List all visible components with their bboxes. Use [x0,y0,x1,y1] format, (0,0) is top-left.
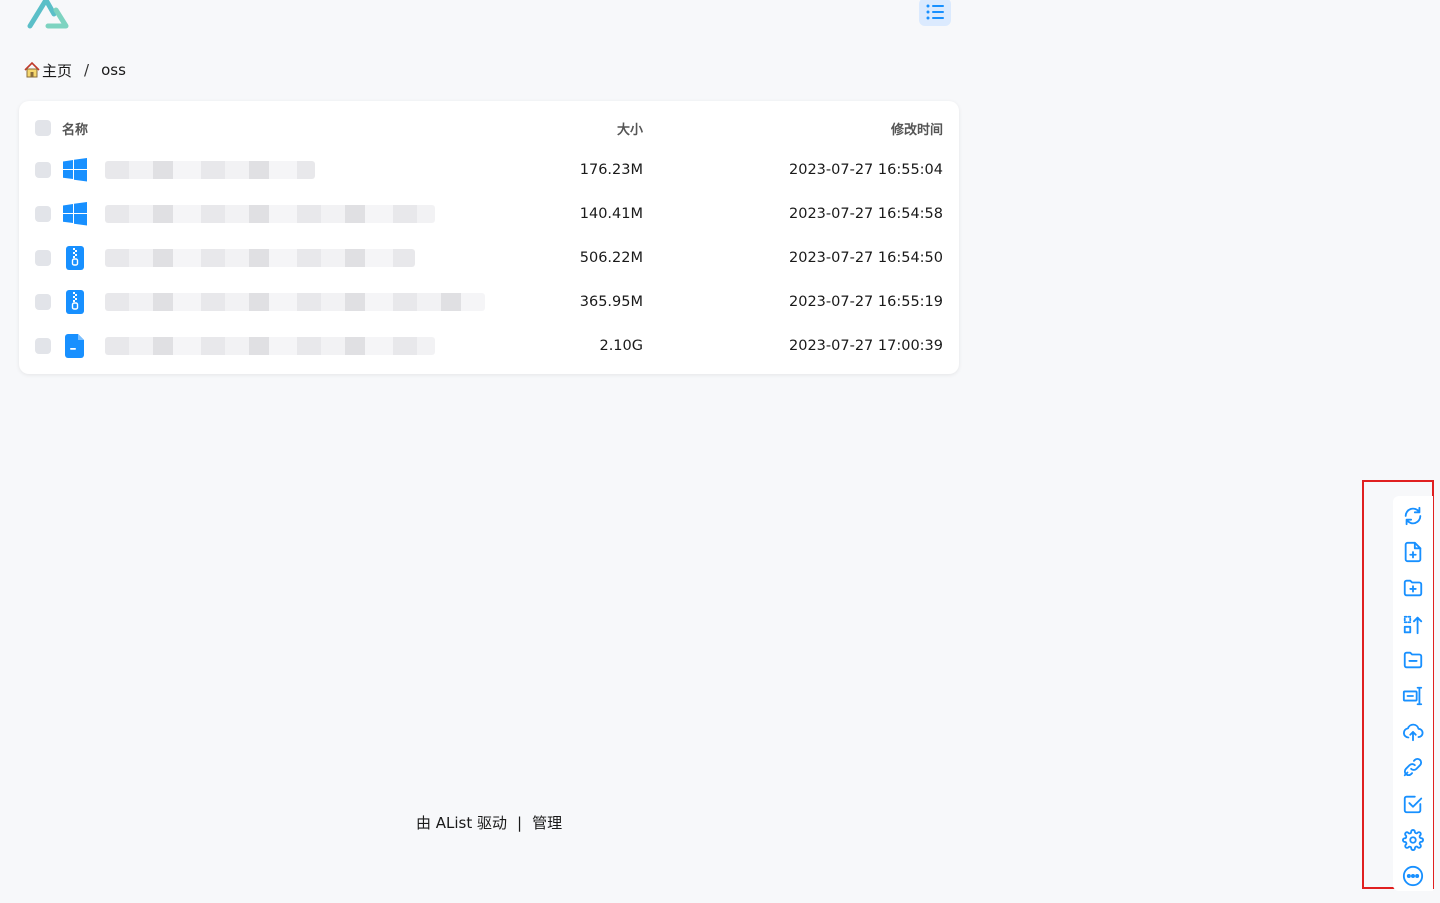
rename-icon [1402,686,1423,706]
checkbox-icon [1403,795,1423,814]
table-row[interactable]: 506.22M 2023-07-27 16:54:50 [19,236,959,280]
list-view-toggle[interactable] [919,0,951,26]
settings-icon [1402,829,1424,851]
windows-icon [62,157,88,183]
file-modified: 2023-07-27 17:00:39 [789,338,943,354]
rename-button[interactable] [1400,683,1426,709]
file-name-redacted [105,293,485,311]
breadcrumb-separator: / [84,61,90,79]
document-icon [62,333,88,359]
admin-link[interactable]: 管理 [532,812,562,833]
header-modified[interactable]: 修改时间 [891,119,943,138]
breadcrumb: 主页 / oss [23,59,126,81]
file-modified: 2023-07-27 16:54:50 [789,250,943,266]
header-size[interactable]: 大小 [617,119,643,138]
file-list: 名称 大小 修改时间 176.23M 2023-07-27 16:55:04 1… [19,101,959,374]
new-folder-button[interactable] [1400,575,1426,601]
alist-logo[interactable] [26,0,70,30]
file-size: 140.41M [579,206,643,222]
row-checkbox[interactable] [35,294,51,310]
upload-button[interactable] [1400,719,1426,745]
footer: 由 AList 驱动 | 管理 [416,812,562,833]
file-size: 176.23M [579,162,643,178]
table-header: 名称 大小 修改时间 [19,106,959,150]
table-row[interactable]: 176.23M 2023-07-27 16:55:04 [19,148,959,192]
sort-button[interactable] [1400,612,1426,638]
zip-file-icon [62,245,88,271]
folder-minus-icon [1403,651,1423,669]
new-file-button[interactable] [1400,539,1426,565]
offline-download-button[interactable] [1400,754,1426,780]
row-checkbox[interactable] [35,338,51,354]
settings-button[interactable] [1400,827,1426,853]
breadcrumb-home[interactable]: 主页 [23,60,72,81]
more-icon [1402,865,1424,887]
file-name-redacted [105,161,315,179]
file-size: 506.22M [579,250,643,266]
windows-icon [62,201,88,227]
table-row[interactable]: 2.10G 2023-07-27 17:00:39 [19,324,959,368]
new-folder-icon [1403,579,1423,597]
row-checkbox[interactable] [35,206,51,222]
file-name-redacted [105,205,435,223]
file-modified: 2023-07-27 16:54:58 [789,206,943,222]
zip-file-icon [62,289,88,315]
row-checkbox[interactable] [35,250,51,266]
link-icon [1403,757,1423,777]
folder-action-button[interactable] [1400,647,1426,673]
file-name-redacted [105,249,415,267]
file-name-redacted [105,337,435,355]
refresh-button[interactable] [1400,503,1426,529]
file-size: 2.10G [599,338,643,354]
breadcrumb-current[interactable]: oss [101,61,126,79]
more-button[interactable] [1400,863,1426,889]
file-modified: 2023-07-27 16:55:19 [789,294,943,310]
file-modified: 2023-07-27 16:55:04 [789,162,943,178]
refresh-icon [1404,506,1422,526]
footer-divider: | [517,813,523,832]
upload-cloud-icon [1402,723,1424,742]
header-name[interactable]: 名称 [62,119,88,138]
table-row[interactable]: 365.95M 2023-07-27 16:55:19 [19,280,959,324]
powered-by-link[interactable]: 由 AList 驱动 [416,812,507,833]
select-mode-button[interactable] [1400,791,1426,817]
new-file-icon [1404,541,1422,563]
home-icon [24,61,40,78]
sort-icon [1403,615,1423,635]
select-all-checkbox[interactable] [35,120,51,136]
breadcrumb-home-label: 主页 [42,61,73,80]
row-checkbox[interactable] [35,162,51,178]
list-icon [926,4,944,20]
file-size: 365.95M [579,294,643,310]
table-row[interactable]: 140.41M 2023-07-27 16:54:58 [19,192,959,236]
